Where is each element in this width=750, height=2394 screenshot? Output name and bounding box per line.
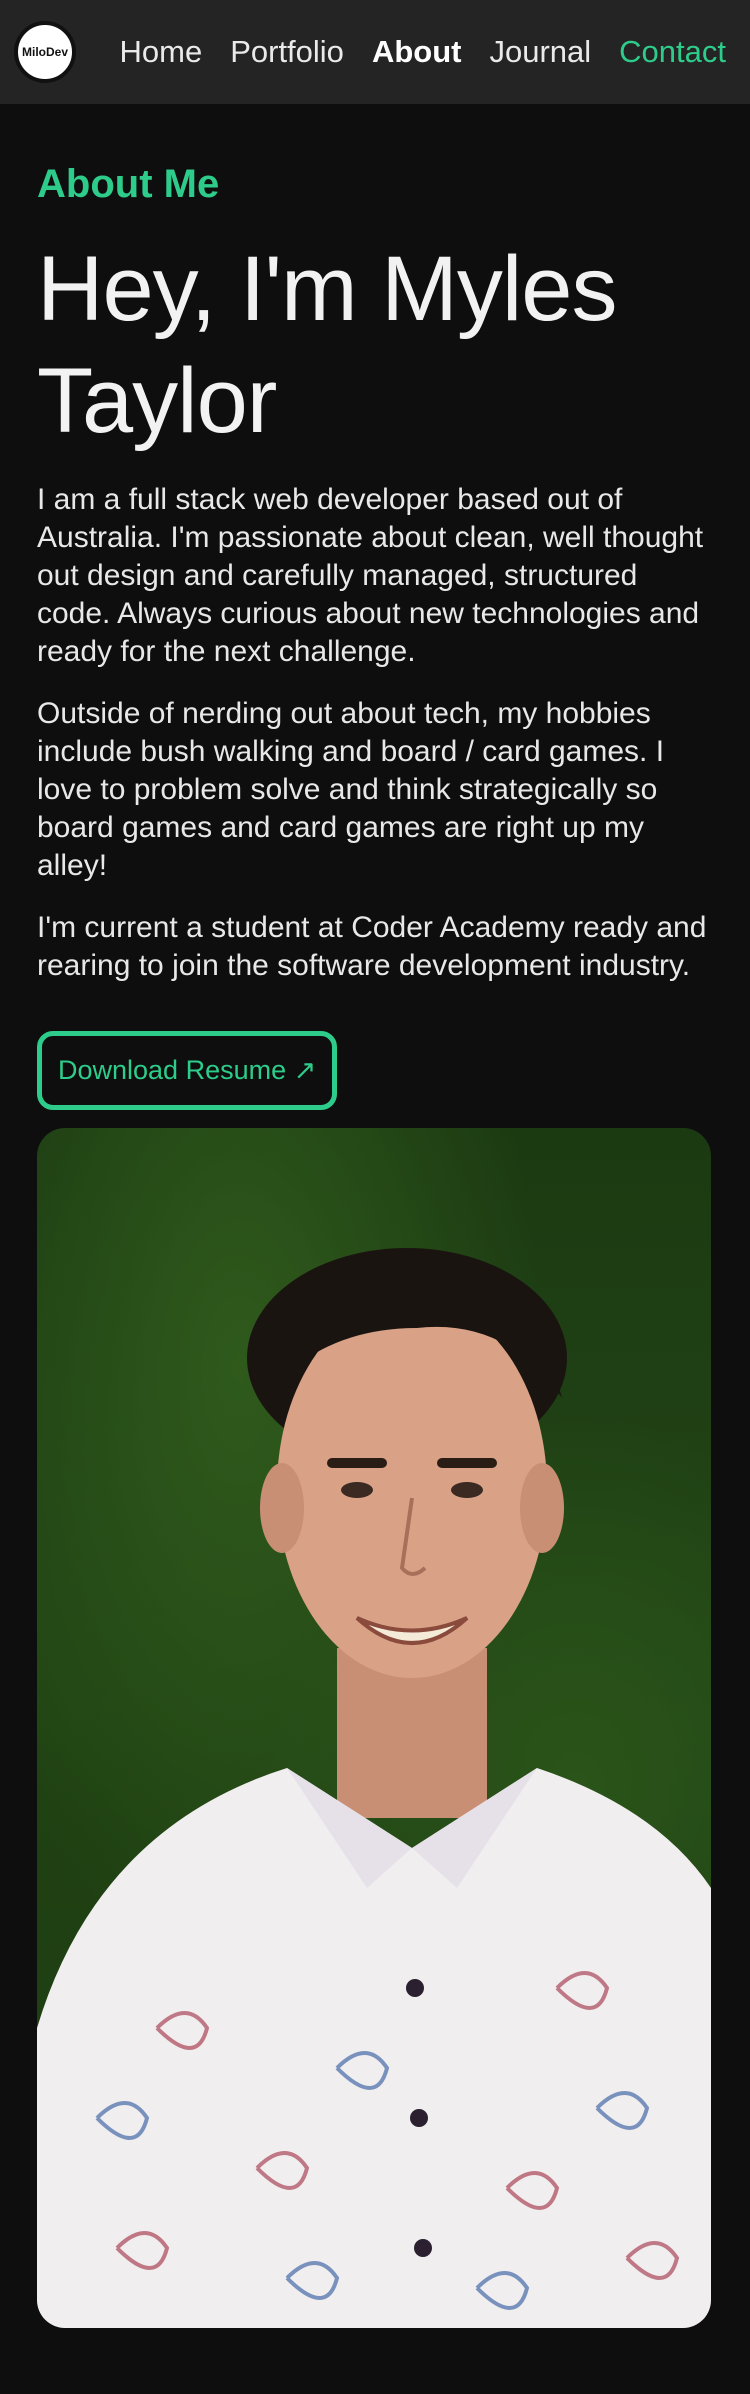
nav-link-journal[interactable]: Journal — [489, 34, 591, 70]
portrait-illustration — [37, 1248, 711, 2328]
nav-links: Home Portfolio About Journal Contact — [92, 34, 727, 70]
top-navbar: MiloDev Home Portfolio About Journal Con… — [0, 0, 750, 104]
about-section: About Me Hey, I'm Myles Taylor I am a fu… — [0, 162, 750, 2328]
nav-link-portfolio[interactable]: Portfolio — [230, 34, 344, 70]
section-eyebrow: About Me — [37, 162, 220, 206]
nav-link-contact[interactable]: Contact — [619, 34, 726, 70]
bio-paragraph-2: Outside of nerding out about tech, my ho… — [37, 697, 665, 882]
download-resume-button[interactable]: Download Resume ↗ — [37, 1031, 338, 1110]
site-logo[interactable]: MiloDev — [14, 21, 76, 83]
page-title: Hey, I'm Myles Taylor — [37, 238, 617, 452]
bio-paragraph-1: I am a full stack web developer based ou… — [37, 483, 704, 668]
nav-link-home[interactable]: Home — [120, 34, 203, 70]
bio-paragraph-3: I'm current a student at Coder Academy r… — [37, 911, 707, 982]
nav-link-about[interactable]: About — [372, 34, 462, 70]
portrait-photo — [37, 1128, 711, 2328]
